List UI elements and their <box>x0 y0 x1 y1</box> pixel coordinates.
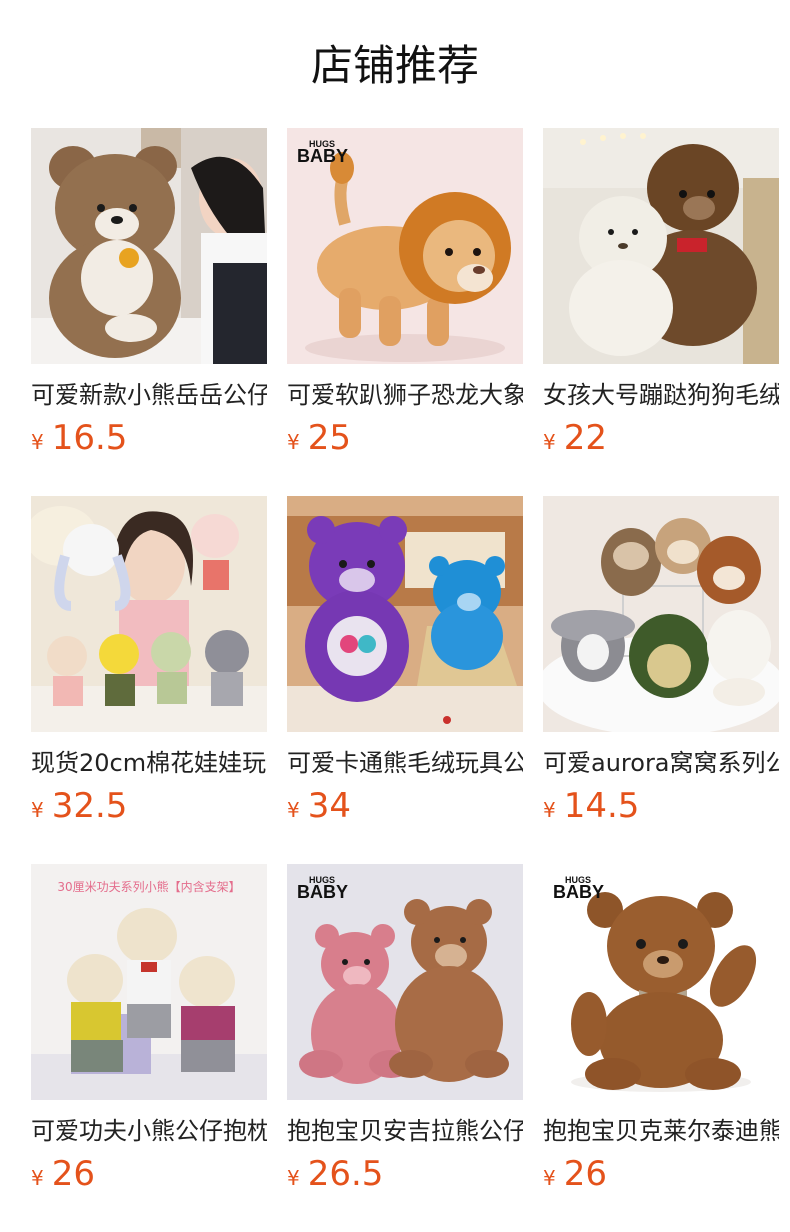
section-title: 店铺推荐 <box>310 41 479 90</box>
brand-logo: HUGS BABY <box>297 139 349 166</box>
price-value: 32.5 <box>51 786 128 826</box>
product-image[interactable]: HUGS BABY <box>287 128 523 364</box>
currency-symbol: ¥ <box>543 1166 556 1190</box>
product-price: ¥26.5 <box>287 1154 523 1194</box>
currency-symbol: ¥ <box>287 430 300 454</box>
product-name[interactable]: 可爱新款小熊岳岳公仔 <box>31 378 267 412</box>
product-name[interactable]: 现货20cm棉花娃娃玩偶 <box>31 746 267 780</box>
product-card[interactable]: 可爱新款小熊岳岳公仔 ¥16.5 <box>31 128 267 468</box>
product-price: ¥16.5 <box>31 418 267 458</box>
product-image[interactable]: HUGS BABY <box>287 864 523 1100</box>
product-price: ¥34 <box>287 786 523 826</box>
product-name[interactable]: 女孩大号蹦跶狗狗毛绒 <box>543 378 779 412</box>
currency-symbol: ¥ <box>543 430 556 454</box>
product-name[interactable]: 抱抱宝贝克莱尔泰迪熊 <box>543 1114 779 1148</box>
product-name[interactable]: 可爱功夫小熊公仔抱枕 <box>31 1114 267 1148</box>
product-card[interactable]: HUGS BABY 可爱软趴狮子恐龙大象 ¥25 <box>287 128 523 468</box>
product-card[interactable]: 可爱卡通熊毛绒玩具公仔 ¥34 <box>287 496 523 836</box>
product-name[interactable]: 可爱卡通熊毛绒玩具公仔 <box>287 746 523 780</box>
currency-symbol: ¥ <box>31 430 44 454</box>
currency-symbol: ¥ <box>31 798 44 822</box>
product-image[interactable] <box>543 128 779 364</box>
product-grid: 可爱新款小熊岳岳公仔 ¥16.5 HUGS BABY 可爱软趴狮子恐龙大象 ¥ … <box>31 128 790 1228</box>
product-card[interactable]: 30厘米功夫系列小熊【内含支架】 可爱功夫小熊公仔抱枕 ¥26 <box>31 864 267 1204</box>
product-card[interactable]: 可爱aurora窝窝系列公仔 ¥14.5 <box>543 496 779 836</box>
product-name[interactable]: 可爱aurora窝窝系列公仔 <box>543 746 779 780</box>
price-value: 26.5 <box>307 1154 384 1194</box>
currency-symbol: ¥ <box>287 1166 300 1190</box>
brand-logo: HUGS BABY <box>553 875 605 902</box>
price-value: 26 <box>51 1154 95 1194</box>
price-value: 22 <box>563 418 607 458</box>
price-value: 26 <box>563 1154 607 1194</box>
currency-symbol: ¥ <box>31 1166 44 1190</box>
product-image[interactable]: HUGS BABY <box>543 864 779 1100</box>
product-image[interactable] <box>31 128 267 364</box>
product-price: ¥22 <box>543 418 779 458</box>
product-image[interactable]: 30厘米功夫系列小熊【内含支架】 <box>31 864 267 1100</box>
product-card[interactable]: HUGS BABY 抱抱宝贝克莱尔泰迪熊 ¥26 <box>543 864 779 1204</box>
price-value: 34 <box>307 786 351 826</box>
product-price: ¥26 <box>543 1154 779 1194</box>
product-card[interactable]: HUGS BABY 抱抱宝贝安吉拉熊公仔 ¥26.5 <box>287 864 523 1204</box>
product-card[interactable]: 女孩大号蹦跶狗狗毛绒 ¥22 <box>543 128 779 468</box>
product-price: ¥26 <box>31 1154 267 1194</box>
currency-symbol: ¥ <box>543 798 556 822</box>
product-image[interactable] <box>31 496 267 732</box>
product-banner: 30厘米功夫系列小熊【内含支架】 <box>57 880 241 894</box>
price-value: 14.5 <box>563 786 640 826</box>
product-image[interactable] <box>287 496 523 732</box>
product-price: ¥32.5 <box>31 786 267 826</box>
product-image[interactable] <box>543 496 779 732</box>
product-name[interactable]: 可爱软趴狮子恐龙大象 <box>287 378 523 412</box>
product-price: ¥14.5 <box>543 786 779 826</box>
currency-symbol: ¥ <box>287 798 300 822</box>
product-card[interactable]: 现货20cm棉花娃娃玩偶 ¥32.5 <box>31 496 267 836</box>
price-value: 25 <box>307 418 351 458</box>
product-price: ¥25 <box>287 418 523 458</box>
product-name[interactable]: 抱抱宝贝安吉拉熊公仔 <box>287 1114 523 1148</box>
price-value: 16.5 <box>51 418 128 458</box>
brand-logo: HUGS BABY <box>297 875 349 902</box>
